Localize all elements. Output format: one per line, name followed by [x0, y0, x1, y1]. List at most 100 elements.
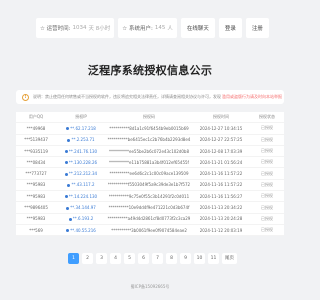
cell-code: **********9c75e0f55c3b14291f2c0d011	[108, 193, 190, 199]
users-stat: ☆ 系统用户: 145 人	[118, 18, 177, 38]
register-button[interactable]: 注册	[245, 18, 269, 38]
cell-code: **********10e9dd4f9e471221c0d3b674f	[108, 205, 190, 211]
cell-status: 已授权	[261, 204, 273, 210]
cell-qq: ***95983	[26, 182, 46, 188]
cell-status: 已授权	[261, 159, 273, 165]
page-button-7[interactable]: 7	[152, 252, 163, 264]
login-button[interactable]: 登录	[218, 18, 242, 38]
table-row: ***5139437 **.2.253.71 **********be6415ec1…	[16, 135, 284, 146]
table-row: ***9896405 **.34.144.97 **********10e9dd4f…	[16, 202, 284, 214]
cell-ip: **.6.193.2	[56, 216, 106, 221]
ip-text: **.34.144.97	[70, 205, 96, 211]
users-value: 145	[154, 25, 166, 31]
cell-time: 2024-11-16 11:56:27	[199, 193, 243, 199]
users-suffix: 人	[167, 26, 173, 32]
ip-dot-icon	[68, 217, 72, 221]
cell-status: 已授权	[261, 148, 273, 154]
last-page-button[interactable]: 尾页	[222, 252, 237, 264]
table-row: ***08434 **.130.228.26 **********e11b75881…	[16, 157, 284, 169]
runtime-value: 1034	[72, 25, 87, 31]
license-table: 用户QQ 授权IP 授权码 授权时间 授权状态 ***49968 **.62.17…	[16, 112, 284, 237]
cell-code: **********3b0061f9ee0f9074584eae2	[111, 227, 187, 233]
cell-code: **********be6415ec1c2b76b4b2293d8e4	[107, 137, 191, 143]
ip-text: **.43.117.2	[71, 182, 95, 188]
header-code: 授权码	[143, 114, 155, 120]
page-button-10[interactable]: 10	[194, 252, 205, 264]
cell-time: 2024-11-13 20:34:22	[199, 205, 243, 211]
header-ip: 授权IP	[75, 114, 87, 120]
header-time: 授权时间	[213, 114, 229, 120]
page-button-11[interactable]: 11	[208, 252, 219, 264]
cell-qq: ***95983	[26, 216, 46, 222]
ip-text: **.62.17.218	[70, 125, 96, 131]
cell-code: **********8d1a1c91f6454b9eb0015b69	[109, 125, 189, 131]
ip-dot-icon	[64, 161, 68, 165]
table-header: 用户QQ 授权IP 授权码 授权时间 授权状态	[16, 112, 284, 124]
table-row: ***9335119 **.241.76.130 **********ee55be2…	[16, 146, 284, 158]
cell-time: 2024-11-16 11:57:22	[199, 171, 243, 177]
notice-text: 说明：禁止使用任何转售或不当授权的软件，违反将追究相关法律责任，详情请查阅相关协…	[33, 94, 221, 99]
cell-ip: **.212.212.34	[56, 171, 106, 176]
cell-time: 2024-11-13 20:24:28	[199, 216, 243, 222]
page-button-3[interactable]: 3	[96, 252, 107, 264]
table-row: ***95983 **.43.117.2 **********f5503049f5a…	[16, 180, 284, 192]
cell-qq: ***49968	[26, 125, 46, 131]
footer-icp[interactable]: 蜀ICP备15092665号	[0, 284, 300, 290]
cell-ip: **.43.117.2	[56, 182, 106, 187]
page-button-1[interactable]: 1	[68, 252, 79, 264]
cell-status: 已授权	[261, 136, 273, 142]
page-button-2[interactable]: 2	[82, 252, 93, 264]
cell-qq: ***08434	[26, 159, 46, 165]
cell-status: 已授权	[261, 215, 273, 221]
table-row: ***569 **.40.55.216 **********3b0061f9ee0f…	[16, 225, 284, 237]
table-row: ***773727 **.212.212.34 **********ee6d6c2c…	[16, 168, 284, 180]
page-title: 泛程序系统授权信息公示	[87, 64, 213, 77]
cell-time: 2024-12-27 10:34:15	[199, 125, 243, 131]
page-button-6[interactable]: 6	[138, 252, 149, 264]
cell-time: 2024-12-08 17:03:39	[199, 148, 243, 154]
cell-status: 已授权	[261, 193, 273, 199]
cell-code: **********ee6d6c2c1c00c09ace139509	[109, 171, 189, 177]
cell-qq: ***569	[29, 227, 43, 233]
cell-code: **********f5503049f5a9c39de3e1b7f572	[107, 182, 191, 188]
cell-status: 已授权	[261, 227, 273, 233]
table-row: ***95983 **.14.224.130 **********9c75e0f55…	[16, 191, 284, 203]
page-button-9[interactable]: 9	[180, 252, 191, 264]
cell-time: 2024-11-12 20:03:19	[199, 227, 243, 233]
cell-status: 已授权	[261, 181, 273, 187]
ip-dot-icon	[64, 195, 68, 199]
page-button-5[interactable]: 5	[124, 252, 135, 264]
ip-text: **.212.212.34	[68, 171, 98, 177]
notice-highlight[interactable]: 滥用或盗版行为请及时向本站举报	[222, 94, 282, 100]
cell-qq: ***9335119	[24, 148, 48, 154]
ip-text: **.40.55.216	[70, 227, 96, 233]
users-label: ☆ 系统用户:	[122, 26, 153, 32]
cell-ip: **.241.76.130	[56, 149, 106, 154]
ip-dot-icon	[64, 150, 68, 154]
ip-text: **.241.76.130	[68, 148, 98, 154]
ip-dot-icon	[66, 206, 70, 210]
ip-text: **.130.228.26	[68, 159, 98, 165]
cell-qq: ***773727	[25, 171, 47, 177]
header-status: 授权状态	[259, 114, 275, 120]
ip-dot-icon	[64, 172, 68, 176]
pagination: 1 2 3 4 5 6 7 8 9 10 11 尾页	[68, 252, 237, 264]
page-button-8[interactable]: 8	[166, 252, 177, 264]
page-button-4[interactable]: 4	[110, 252, 121, 264]
cell-ip: **.130.228.26	[56, 160, 106, 165]
chat-button[interactable]: 在线聊天	[180, 18, 215, 38]
top-bar: ☆ 运营时间: 1034 天 8小时 ☆ 系统用户: 145 人 在线聊天 登录…	[36, 18, 269, 38]
cell-ip: **.40.55.216	[56, 228, 106, 233]
cell-ip: **.2.253.71	[56, 137, 106, 142]
cell-ip: **.14.224.130	[56, 194, 106, 199]
header-qq: 用户QQ	[28, 114, 44, 120]
ip-dot-icon	[67, 183, 71, 187]
cell-qq: ***9896405	[24, 205, 48, 211]
cell-time: 2024-12-27 22:57:25	[199, 137, 243, 143]
ip-dot-icon	[67, 138, 71, 142]
runtime-stat: ☆ 运营时间: 1034 天 8小时	[36, 18, 115, 38]
cell-ip: **.34.144.97	[56, 205, 106, 210]
ip-dot-icon	[66, 127, 70, 131]
cell-status: 已授权	[261, 170, 273, 176]
table-row: ***95983 **.6.193.2 **********a49d4d2861cf…	[16, 214, 284, 225]
